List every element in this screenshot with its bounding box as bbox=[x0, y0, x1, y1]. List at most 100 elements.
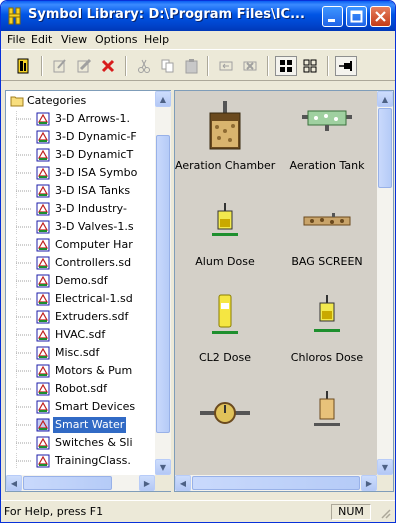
symbol-bag-screen[interactable]: BAG SCREEN bbox=[277, 187, 377, 283]
toolbar-separator bbox=[41, 56, 43, 76]
tree-vertical-scrollbar[interactable]: ▲ ▼ bbox=[155, 91, 171, 475]
tree-item-label: Misc.sdf bbox=[55, 346, 100, 359]
symbol-file-icon bbox=[36, 202, 50, 216]
symbol-file-icon bbox=[36, 256, 50, 270]
tree-connector bbox=[16, 345, 32, 361]
symbol-file-icon bbox=[36, 418, 50, 432]
symbol-chloros-dose[interactable]: Chloros Dose bbox=[277, 283, 377, 379]
symbol-file-icon bbox=[36, 346, 50, 360]
tree-item[interactable]: Misc.sdf bbox=[6, 345, 156, 361]
minimize-icon bbox=[328, 19, 335, 22]
tree-item-label: Controllers.sd bbox=[55, 256, 132, 269]
tree-connector bbox=[16, 417, 32, 433]
edit-button[interactable] bbox=[49, 56, 71, 76]
symbol-file-icon bbox=[36, 364, 50, 378]
tree-connector bbox=[16, 129, 32, 145]
aeration-chamber-icon bbox=[209, 101, 241, 150]
menu-view[interactable]: View bbox=[61, 33, 87, 48]
tree-item-label: Electrical-1.sd bbox=[55, 292, 133, 305]
tree-horizontal-scrollbar[interactable]: ◀ ▶ bbox=[6, 475, 155, 491]
tree-connector bbox=[16, 327, 32, 343]
symbol-grid-pane[interactable]: Aeration Chamber Aeration Tank Alum Dose… bbox=[174, 90, 394, 492]
edit-icon bbox=[53, 59, 66, 73]
menu-file[interactable]: File bbox=[7, 33, 25, 48]
tree-item[interactable]: 3-D ISA Tanks bbox=[6, 183, 156, 199]
tree-item[interactable]: TrainingClass. bbox=[6, 453, 156, 469]
delete-button[interactable] bbox=[97, 56, 119, 76]
tree-item[interactable]: 3-D Valves-1.s bbox=[6, 219, 156, 235]
tree-item[interactable]: 3-D ISA Symbo bbox=[6, 165, 156, 181]
symbol-flow-meter[interactable] bbox=[175, 379, 275, 475]
close-button[interactable] bbox=[370, 6, 391, 27]
symbol-file-icon bbox=[36, 292, 50, 306]
toolbar-separator bbox=[327, 56, 329, 76]
title-bar[interactable]: Symbol Library: D:\Program Files\IC... bbox=[1, 1, 395, 31]
scroll-left-arrow[interactable]: ◀ bbox=[6, 475, 22, 491]
tree-root-categories[interactable]: Categories bbox=[6, 93, 156, 109]
menu-help[interactable]: Help bbox=[144, 33, 169, 48]
scroll-thumb[interactable] bbox=[156, 135, 170, 433]
minimize-button[interactable] bbox=[322, 6, 343, 27]
menu-edit[interactable]: Edit bbox=[31, 33, 52, 48]
symbol-aeration-tank[interactable]: Aeration Tank bbox=[277, 91, 377, 187]
scroll-up-arrow[interactable]: ▲ bbox=[377, 91, 393, 107]
symbol-cl2-dose[interactable]: CL2 Dose bbox=[175, 283, 275, 379]
tree-item[interactable]: Switches & Sli bbox=[6, 435, 156, 451]
clear-button[interactable] bbox=[239, 56, 261, 76]
tree-item[interactable]: 3-D Arrows-1. bbox=[6, 111, 156, 127]
small-icons-button[interactable] bbox=[299, 56, 321, 76]
tree-item[interactable]: Controllers.sd bbox=[6, 255, 156, 271]
tree-item[interactable]: 3-D Dynamic-F bbox=[6, 129, 156, 145]
tree-connector bbox=[16, 399, 32, 415]
scroll-left-arrow[interactable]: ◀ bbox=[175, 475, 191, 491]
copy-button[interactable] bbox=[157, 56, 179, 76]
scroll-down-arrow[interactable]: ▼ bbox=[155, 459, 171, 475]
symbol-aeration-chamber[interactable]: Aeration Chamber bbox=[175, 91, 275, 187]
pin-button[interactable] bbox=[335, 56, 357, 76]
library-button[interactable] bbox=[13, 56, 35, 76]
scroll-right-arrow[interactable]: ▶ bbox=[139, 475, 155, 491]
tree-connector bbox=[16, 255, 32, 271]
menu-options[interactable]: Options bbox=[95, 33, 137, 48]
scroll-thumb[interactable] bbox=[192, 476, 360, 490]
tree-item[interactable]: Smart Devices bbox=[6, 399, 156, 415]
cut-button[interactable] bbox=[133, 56, 155, 76]
tree-item-label: 3-D Arrows-1. bbox=[55, 112, 130, 125]
symbol-file-icon bbox=[36, 130, 50, 144]
tree-item[interactable]: Motors & Pum bbox=[6, 363, 156, 379]
undo-button[interactable] bbox=[215, 56, 237, 76]
tree-item[interactable]: Electrical-1.sd bbox=[6, 291, 156, 307]
folder-icon bbox=[10, 96, 24, 107]
large-icons-button[interactable] bbox=[275, 56, 297, 76]
symbol-dosing-unit[interactable] bbox=[277, 379, 377, 475]
paste-button[interactable] bbox=[181, 56, 203, 76]
tree-item[interactable]: Extruders.sdf bbox=[6, 309, 156, 325]
scroll-thumb[interactable] bbox=[378, 108, 392, 188]
symbol-label: BAG SCREEN bbox=[291, 255, 363, 268]
symbol-file-icon bbox=[36, 238, 50, 252]
tree-item[interactable]: 3-D DynamicT bbox=[6, 147, 156, 163]
symbol-file-icon bbox=[36, 274, 50, 288]
tree-item[interactable]: Computer Har bbox=[6, 237, 156, 253]
resize-grip-icon[interactable] bbox=[379, 507, 391, 519]
scroll-up-arrow[interactable]: ▲ bbox=[155, 91, 171, 107]
alum-dose-icon bbox=[212, 203, 238, 236]
tree-item[interactable]: Demo.sdf bbox=[6, 273, 156, 289]
symbol-horizontal-scrollbar[interactable]: ◀ ▶ bbox=[175, 475, 377, 491]
scroll-right-arrow[interactable]: ▶ bbox=[361, 475, 377, 491]
tree-item[interactable]: 3-D Industry- bbox=[6, 201, 156, 217]
tree-item[interactable]: Smart Water bbox=[6, 417, 156, 433]
scroll-down-arrow[interactable]: ▼ bbox=[377, 459, 393, 475]
tree-item[interactable]: HVAC.sdf bbox=[6, 327, 156, 343]
edit-properties-button[interactable] bbox=[73, 56, 95, 76]
tree-item-label: Robot.sdf bbox=[55, 382, 107, 395]
symbol-vertical-scrollbar[interactable]: ▲ ▼ bbox=[377, 91, 393, 475]
tree-item[interactable]: Robot.sdf bbox=[6, 381, 156, 397]
category-tree[interactable]: Categories 3-D Arrows-1. 3-D Dynamic-F 3-D… bbox=[5, 90, 171, 492]
tree-item-label: 3-D Dynamic-F bbox=[55, 130, 137, 143]
symbol-file-icon bbox=[36, 148, 50, 162]
scroll-thumb[interactable] bbox=[23, 476, 112, 490]
maximize-button[interactable] bbox=[346, 6, 367, 27]
symbol-alum-dose[interactable]: Alum Dose bbox=[175, 187, 275, 283]
symbol-file-icon bbox=[36, 112, 50, 126]
